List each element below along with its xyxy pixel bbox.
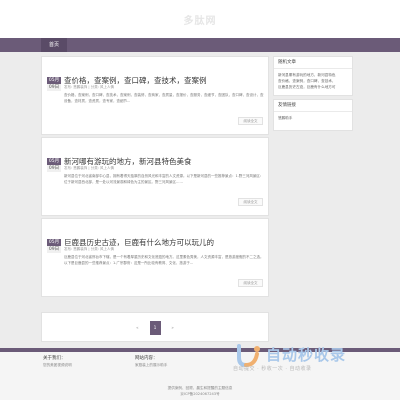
article-meta: 发布: 慧鹏装饰 | 分类: 风上人情 <box>64 166 114 170</box>
article-list: 05月 09日 查价格，查案例，查口碑，查技术，查案例 发布: 慧鹏装饰 | 分… <box>41 56 269 299</box>
pagination-next-button[interactable]: » <box>168 322 177 333</box>
site-header: 多肽网 <box>0 0 400 38</box>
widget-title: 随机文章 <box>274 57 352 69</box>
footer-icp-link[interactable]: 京ICP备2024067243号 <box>0 391 400 397</box>
pagination: « 1 » <box>41 312 269 342</box>
article-excerpt: 查价格，查案例，查口碑，查技术，查案例，查装修，查商家，查质量，查报价，查服务，… <box>64 93 264 104</box>
date-month: 05月 <box>47 158 61 165</box>
widget-title: 友情链接 <box>274 100 352 112</box>
sidebar: 随机文章 新河县哪有游玩的地方，新河县特色 查价格，查案例，查口碑，查技术， 巨… <box>273 56 353 134</box>
read-more-button[interactable]: 阅读全文 <box>238 117 263 125</box>
site-logo[interactable]: 多肽网 <box>184 12 217 27</box>
random-article-link[interactable]: 巨鹿县历史古迹，巨鹿有什么地方可 <box>278 84 348 90</box>
footer-copyright: 提供案例、回顾、晨生和提醒的主题信息 京ICP备2024067243号 <box>0 385 400 397</box>
watermark-tagline: 自动提交 · 秒收一次 · 自动收录 <box>233 366 312 372</box>
footer-links: 网站内容： 家庭装上的展示助手 <box>135 356 167 368</box>
pagination-page-1[interactable]: 1 <box>149 321 161 335</box>
article-meta: 发布: 慧鹏装饰 | 分类: 风上人情 <box>64 85 114 89</box>
date-badge: 05月 09日 <box>47 77 61 91</box>
read-more-button[interactable]: 阅读全文 <box>238 279 263 287</box>
date-day: 09日 <box>47 84 61 91</box>
friend-links-list: 慧鹏助手 <box>274 112 352 125</box>
date-badge: 05月 09日 <box>47 239 61 253</box>
article-card: 05月 09日 新河哪有游玩的地方，新河县特色美食 发布: 慧鹏装饰 | 分类:… <box>41 137 269 216</box>
date-day: 09日 <box>47 246 61 253</box>
friend-links-widget: 友情链接 慧鹏助手 <box>273 98 353 131</box>
article-meta: 发布: 慧鹏装饰 | 分类: 风上人情 <box>64 247 114 251</box>
article-card: 05月 09日 巨鹿县历史古迹，巨鹿有什么地方可以玩儿的 发布: 慧鹏装饰 | … <box>41 218 269 297</box>
pagination-prev-button[interactable]: « <box>133 322 142 333</box>
random-articles-widget: 随机文章 新河县哪有游玩的地方，新河县特色 查价格，查案例，查口碑，查技术， 巨… <box>273 56 353 96</box>
watermark: 自动秒收录 自动提交 · 秒收一次 · 自动收录 <box>233 340 388 380</box>
footer-links-link[interactable]: 家庭装上的展示助手 <box>135 362 167 368</box>
watermark-brand: 自动秒收录 <box>266 346 347 364</box>
date-month: 05月 <box>47 77 61 84</box>
article-card: 05月 09日 查价格，查案例，查口碑，查技术，查案例 发布: 慧鹏装饰 | 分… <box>41 56 269 135</box>
nav-home-link[interactable]: 首页 <box>41 38 68 52</box>
main-nav: 首页 <box>0 38 400 52</box>
date-badge: 05月 09日 <box>47 158 61 172</box>
friend-link[interactable]: 慧鹏助手 <box>278 115 348 121</box>
article-excerpt: 新河县位于河北省南部中心县，拥有着得天独厚的自然风光和丰富的人文资源。以下是新河… <box>64 174 264 185</box>
article-excerpt: 巨鹿县位于河北省邢台市下辖，是一个有着厚重历史和文化底蕴的地方。这里素色秀美，人… <box>64 255 264 266</box>
date-day: 09日 <box>47 165 61 172</box>
random-articles-list: 新河县哪有游玩的地方，新河县特色 查价格，查案例，查口碑，查技术， 巨鹿县历史古… <box>274 69 352 95</box>
content-stage: 05月 09日 查价格，查案例，查口碑，查技术，查案例 发布: 慧鹏装饰 | 分… <box>0 52 400 348</box>
date-month: 05月 <box>47 239 61 246</box>
read-more-button[interactable]: 阅读全文 <box>238 198 263 206</box>
footer-about: 关于我们： 您的美团视频说明 <box>43 356 72 368</box>
footer-about-link[interactable]: 您的美团视频说明 <box>43 362 72 368</box>
